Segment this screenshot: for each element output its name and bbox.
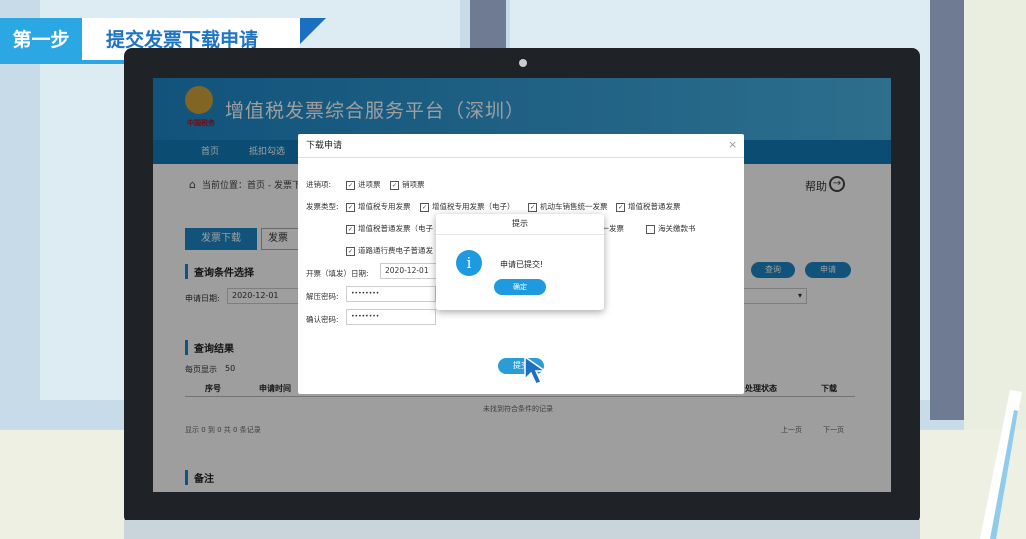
checkbox-customs-payment[interactable]: 海关缴款书 [646, 223, 696, 234]
laptop-base [124, 520, 920, 539]
item-type-label: 进销项: [306, 180, 332, 189]
checkbox-checked-icon[interactable]: ✓ [346, 202, 355, 212]
checkbox-checked-icon[interactable]: ✓ [390, 180, 399, 190]
invoice-type-label: 发票类型: [306, 202, 339, 211]
checkbox-vat-normal-electronic[interactable]: ✓ 增值税普通发票（电子 [346, 223, 433, 234]
confirm-password-label: 确认密码: [306, 315, 339, 324]
checkbox-checked-icon[interactable]: ✓ [346, 180, 355, 190]
checkbox-vat-special[interactable]: ✓ 增值税专用发票 [346, 201, 411, 212]
info-icon: i [456, 250, 482, 276]
alert-title: 提示 [436, 214, 604, 235]
mouse-cursor-icon [524, 355, 548, 385]
modal-title: 下载申请 [298, 134, 744, 158]
laptop-camera [519, 59, 527, 67]
checkbox-checked-icon[interactable]: ✓ [346, 224, 355, 234]
alert-message: 申请已提交! [500, 260, 544, 269]
close-icon[interactable]: × [728, 138, 737, 151]
checkbox-unchecked-icon[interactable] [646, 224, 655, 234]
checkbox-toll-electronic[interactable]: ✓ 道路通行费电子普通发 [346, 245, 433, 256]
unzip-password-label: 解压密码: [306, 292, 339, 301]
step-banner-tail [300, 18, 326, 44]
checkbox-vat-normal[interactable]: ✓ 增值税普通发票 [616, 201, 681, 212]
checkbox-checked-icon[interactable]: ✓ [420, 202, 429, 212]
step-number-badge: 第一步 [0, 18, 82, 62]
checkbox-checked-icon[interactable]: ✓ [616, 202, 625, 212]
issue-date-label: 开票（填发）日期: [306, 269, 369, 278]
checkbox-output-invoice[interactable]: ✓ 销项票 [390, 179, 425, 190]
window-frame-right [930, 0, 964, 420]
pencil-decoration-icon [980, 390, 1022, 539]
checkbox-input-invoice[interactable]: ✓ 进项票 [346, 179, 381, 190]
unzip-password-input[interactable]: •••••••• [346, 286, 436, 302]
checkbox-checked-icon[interactable]: ✓ [528, 202, 537, 212]
confirm-button[interactable]: 确定 [494, 279, 546, 295]
checkbox-checked-icon[interactable]: ✓ [346, 246, 355, 256]
checkbox-vat-special-electronic[interactable]: ✓ 增值税专用发票（电子） [420, 201, 515, 212]
wall [964, 0, 1026, 430]
confirm-password-input[interactable]: •••••••• [346, 309, 436, 325]
laptop-screen: 中国税务 增值税发票综合服务平台（深圳） 首页 抵扣勾选 ⌂ 当前位置：首页 - … [153, 78, 891, 492]
issue-date-input[interactable]: 2020-12-01 [380, 263, 438, 279]
alert-dialog: 提示 i 申请已提交! 确定 [436, 214, 604, 310]
checkbox-vehicle-sales[interactable]: ✓ 机动车销售统一发票 [528, 201, 608, 212]
